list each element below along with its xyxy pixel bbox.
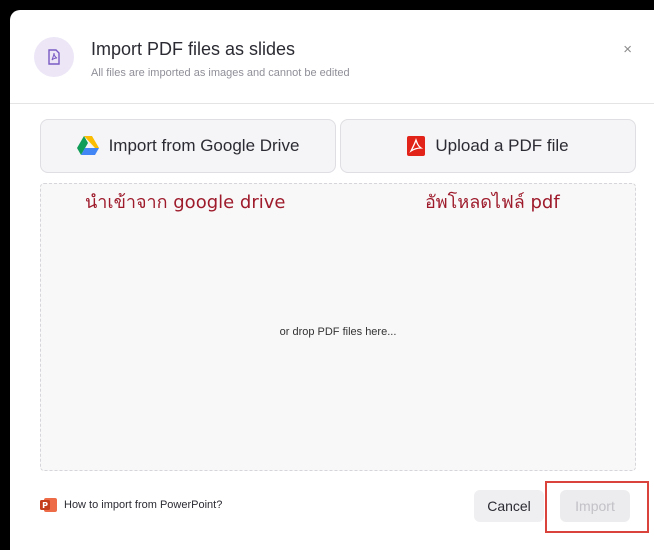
annotation-upload-note: อัพโหลดไฟล์ pdf [425,192,560,213]
pdf-drop-zone[interactable]: นำเข้าจาก google drive อัพโหลดไฟล์ pdf o… [40,183,636,471]
powerpoint-icon: P [40,497,58,513]
annotation-google-note: นำเข้าจาก google drive [85,192,286,213]
pdf-icon [407,136,426,156]
header-divider [10,103,654,104]
drop-hint-text: or drop PDF files here... [279,326,397,338]
pdf-file-icon [34,37,74,77]
powerpoint-help-label: How to import from PowerPoint? [64,499,223,511]
cancel-button[interactable]: Cancel [474,490,544,522]
import-button[interactable]: Import [560,490,630,522]
google-drive-label: Import from Google Drive [108,136,300,155]
upload-pdf-button[interactable]: Upload a PDF file [340,119,636,173]
powerpoint-help-link[interactable]: P How to import from PowerPoint? [40,497,222,513]
google-drive-icon [76,136,99,156]
dialog-header: Import PDF files as slides All files are… [34,32,632,92]
dialog-subtitle: All files are imported as images and can… [91,67,350,79]
import-google-drive-button[interactable]: Import from Google Drive [40,119,336,173]
dialog-title: Import PDF files as slides [91,39,296,59]
close-icon[interactable]: × [623,42,632,57]
import-pdf-dialog: Import PDF files as slides All files are… [10,10,654,550]
svg-text:P: P [42,501,48,510]
upload-pdf-label: Upload a PDF file [435,136,569,155]
